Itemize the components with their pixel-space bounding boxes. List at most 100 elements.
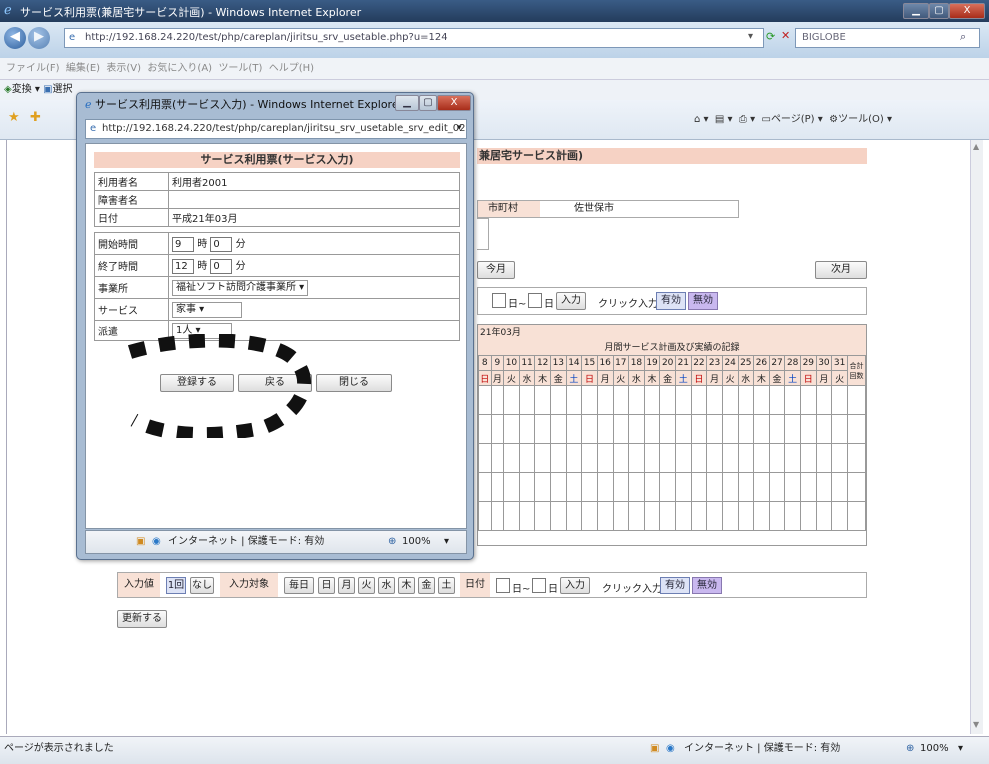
calendar-grid-cell[interactable]: [550, 443, 567, 473]
calendar-grid-cell[interactable]: [596, 385, 614, 415]
calendar-grid-cell[interactable]: [550, 414, 567, 444]
start-minute-input[interactable]: 0: [210, 236, 233, 252]
calendar-grid-cell[interactable]: [643, 414, 661, 444]
feeds-icon[interactable]: ▤ ▾: [715, 114, 733, 125]
calendar-grid-cell[interactable]: [534, 501, 551, 531]
calendar-grid-cell[interactable]: [581, 443, 598, 473]
page-menu[interactable]: ▭ページ(P) ▾: [761, 114, 822, 125]
calendar-grid-cell[interactable]: [478, 414, 492, 444]
enable-button-top[interactable]: 有効: [656, 292, 686, 310]
close-window-button[interactable]: X: [949, 3, 985, 19]
calendar-grid-cell[interactable]: [831, 385, 848, 415]
calendar-grid-cell[interactable]: [490, 414, 505, 444]
menu-file[interactable]: ファイル(F): [6, 63, 60, 74]
calendar-grid-cell[interactable]: [503, 414, 520, 444]
popup-url-dropdown-icon[interactable]: ▾: [457, 123, 462, 133]
calendar-grid-cell[interactable]: [847, 472, 866, 502]
calendar-grid-cell[interactable]: [706, 501, 723, 531]
calendar-grid-cell[interactable]: [612, 443, 630, 473]
calendar-grid-cell[interactable]: [518, 385, 536, 415]
calendar-grid-cell[interactable]: [659, 443, 676, 473]
calendar-grid-cell[interactable]: [581, 414, 598, 444]
calendar-grid-cell[interactable]: [753, 385, 770, 415]
calendar-grid-cell[interactable]: [675, 443, 692, 473]
calendar-grid-cell[interactable]: [847, 385, 866, 415]
calendar-grid-cell[interactable]: [800, 472, 817, 502]
calendar-grid-cell[interactable]: [659, 385, 676, 415]
calendar-grid-cell[interactable]: [643, 472, 661, 502]
input-button-bottom[interactable]: 入力: [560, 577, 590, 594]
day-end-input-bottom[interactable]: [532, 578, 546, 593]
calendar-grid-cell[interactable]: [800, 501, 817, 531]
back-icon[interactable]: ◀: [4, 27, 26, 49]
service-select[interactable]: 家事 ▾: [172, 301, 242, 318]
daily-button[interactable]: 毎日: [284, 577, 314, 594]
calendar-grid-cell[interactable]: [706, 472, 723, 502]
popup-zoom-dropdown-icon[interactable]: ▾: [444, 531, 449, 553]
calendar-grid-cell[interactable]: [503, 385, 520, 415]
calendar-grid-cell[interactable]: [478, 385, 492, 415]
calendar-grid-cell[interactable]: [478, 472, 492, 502]
calendar-grid-cell[interactable]: [784, 443, 801, 473]
calendar-grid-cell[interactable]: [815, 501, 833, 531]
popup-url-field[interactable]: e http://192.168.24.220/test/php/carepla…: [85, 119, 467, 139]
calendar-grid-cell[interactable]: [690, 501, 708, 531]
calendar-grid-cell[interactable]: [831, 414, 848, 444]
calendar-grid-cell[interactable]: [565, 472, 583, 502]
calendar-grid-cell[interactable]: [737, 385, 755, 415]
calendar-grid-cell[interactable]: [596, 414, 614, 444]
calendar-grid-cell[interactable]: [800, 443, 817, 473]
calendar-grid-cell[interactable]: [690, 385, 708, 415]
calendar-grid-cell[interactable]: [659, 414, 676, 444]
end-hour-input[interactable]: 12: [172, 258, 194, 274]
popup-minimize-button[interactable]: ▁: [395, 95, 419, 111]
calendar-grid-cell[interactable]: [706, 385, 723, 415]
menu-edit[interactable]: 編集(E): [66, 63, 100, 74]
close-button[interactable]: 閉じる: [316, 374, 392, 392]
calendar-grid-cell[interactable]: [518, 472, 536, 502]
calendar-grid-cell[interactable]: [737, 472, 755, 502]
calendar-grid-cell[interactable]: [628, 472, 645, 502]
calendar-grid-cell[interactable]: [490, 501, 505, 531]
calendar-grid-cell[interactable]: [768, 385, 786, 415]
zoom-dropdown-icon[interactable]: ▾: [958, 739, 963, 759]
scroll-up-icon[interactable]: ▲: [973, 142, 979, 151]
calendar-grid-cell[interactable]: [643, 501, 661, 531]
refresh-icon[interactable]: ⟳: [766, 30, 775, 43]
calendar-grid-cell[interactable]: [690, 472, 708, 502]
calendar-grid-cell[interactable]: [503, 501, 520, 531]
calendar-grid-cell[interactable]: [815, 443, 833, 473]
calendar-grid-cell[interactable]: [490, 472, 505, 502]
calendar-grid-cell[interactable]: [753, 443, 770, 473]
this-month-button[interactable]: 今月: [477, 261, 515, 279]
minimize-button[interactable]: ▁: [903, 3, 929, 19]
calendar-grid-cell[interactable]: [581, 472, 598, 502]
dropdown-icon[interactable]: ▾: [748, 31, 753, 42]
calendar-grid-cell[interactable]: [628, 501, 645, 531]
calendar-grid-cell[interactable]: [768, 414, 786, 444]
calendar-grid-cell[interactable]: [784, 501, 801, 531]
home-icon[interactable]: ⌂ ▾: [694, 114, 709, 125]
calendar-grid-cell[interactable]: [675, 472, 692, 502]
tue-button[interactable]: 火: [358, 577, 375, 594]
calendar-grid-cell[interactable]: [565, 414, 583, 444]
stop-icon[interactable]: ✕: [781, 29, 790, 42]
calendar-grid-cell[interactable]: [737, 414, 755, 444]
calendar-grid-cell[interactable]: [490, 385, 505, 415]
calendar-grid-cell[interactable]: [534, 443, 551, 473]
popup-maximize-button[interactable]: ▢: [419, 95, 437, 111]
calendar-grid-cell[interactable]: [784, 472, 801, 502]
calendar-grid-cell[interactable]: [675, 414, 692, 444]
favorites-star-icon[interactable]: ★: [8, 110, 20, 125]
office-select[interactable]: 福祉ソフト訪問介護事業所 ▾: [172, 279, 309, 296]
once-button[interactable]: 1回: [166, 577, 186, 594]
calendar-grid-cell[interactable]: [753, 501, 770, 531]
calendar-grid-cell[interactable]: [550, 472, 567, 502]
calendar-grid-cell[interactable]: [721, 414, 739, 444]
calendar-grid-cell[interactable]: [737, 443, 755, 473]
calendar-grid-cell[interactable]: [612, 501, 630, 531]
menu-favorites[interactable]: お気に入り(A): [147, 63, 212, 74]
calendar-grid-cell[interactable]: [847, 414, 866, 444]
calendar-grid-cell[interactable]: [534, 472, 551, 502]
calendar-grid-cell[interactable]: [659, 501, 676, 531]
